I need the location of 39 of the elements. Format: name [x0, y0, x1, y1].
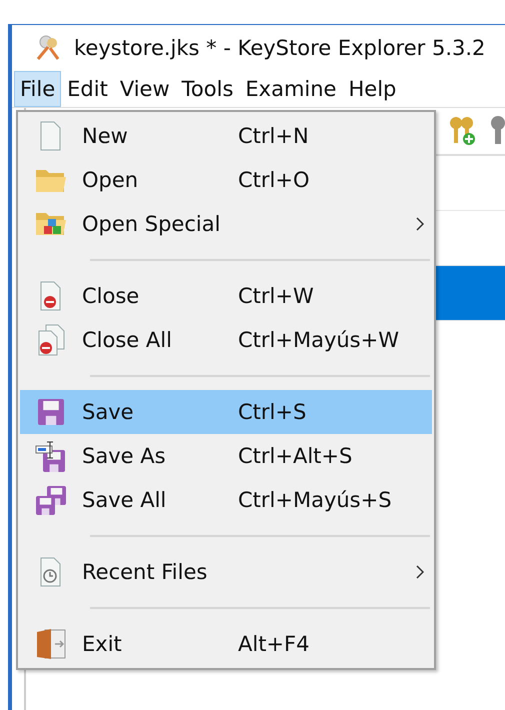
menu-item-label: New — [82, 124, 129, 148]
menu-item[interactable]: Recent Files — [20, 550, 432, 594]
shortcut-text: Ctrl+Alt+S — [238, 444, 354, 468]
menu-item-label: Recent Files — [82, 560, 208, 584]
menu-item[interactable]: Close All Ctrl+Mayús+W — [20, 318, 432, 362]
menu-bar-item[interactable]: View — [114, 71, 176, 107]
shortcut-text: Ctrl+W — [238, 284, 315, 308]
menu-item-label: Close All — [82, 328, 173, 352]
menu-bar-item[interactable]: Examine — [239, 71, 342, 107]
menu-item-label: Save — [82, 400, 135, 424]
menu-item[interactable]: Open Ctrl+O — [20, 158, 432, 202]
menu-bar-item[interactable]: File — [14, 71, 62, 107]
menu-item[interactable]: Close Ctrl+W — [20, 274, 432, 318]
menu-item-label: Save As — [82, 444, 167, 468]
menu-bar-item[interactable]: Edit — [61, 71, 114, 107]
menu-item[interactable]: Save As Ctrl+Alt+S — [20, 434, 432, 478]
menu-item[interactable]: New Ctrl+N — [20, 114, 432, 158]
menu-item-label: Open Special — [82, 212, 222, 236]
door-icon — [35, 627, 67, 661]
shortcut-text: Alt+F4 — [238, 632, 310, 656]
floppy-cursor-icon — [35, 440, 67, 472]
shortcut-text: Ctrl+N — [238, 124, 310, 148]
menu-item-label: Close — [82, 284, 140, 308]
menu-item-label: Exit — [82, 632, 123, 656]
add-keys-icon[interactable] — [447, 115, 477, 147]
menu-item[interactable]: Save Ctrl+S — [20, 390, 432, 434]
shortcut-text: Ctrl+S — [238, 400, 308, 424]
menu-bar-item[interactable]: Help — [342, 71, 402, 107]
window-title: keystore.jks * - KeyStore Explorer 5.3.2 — [74, 36, 486, 60]
menu-item[interactable]: Save All Ctrl+Mayús+S — [20, 478, 432, 522]
menu-item[interactable]: Open Special — [20, 202, 432, 246]
shortcut-text: Ctrl+Mayús+S — [238, 488, 393, 512]
menu-item[interactable]: Exit Alt+F4 — [20, 622, 432, 666]
shortcut-text: Ctrl+O — [238, 168, 310, 192]
floppy-disks-icon — [34, 484, 68, 516]
menu-item-label: Save All — [82, 488, 168, 512]
menu-item-label: Open — [82, 168, 140, 192]
menu-bar-item[interactable]: Tools — [176, 71, 240, 107]
shortcut-text: Ctrl+Mayús+W — [238, 328, 400, 352]
